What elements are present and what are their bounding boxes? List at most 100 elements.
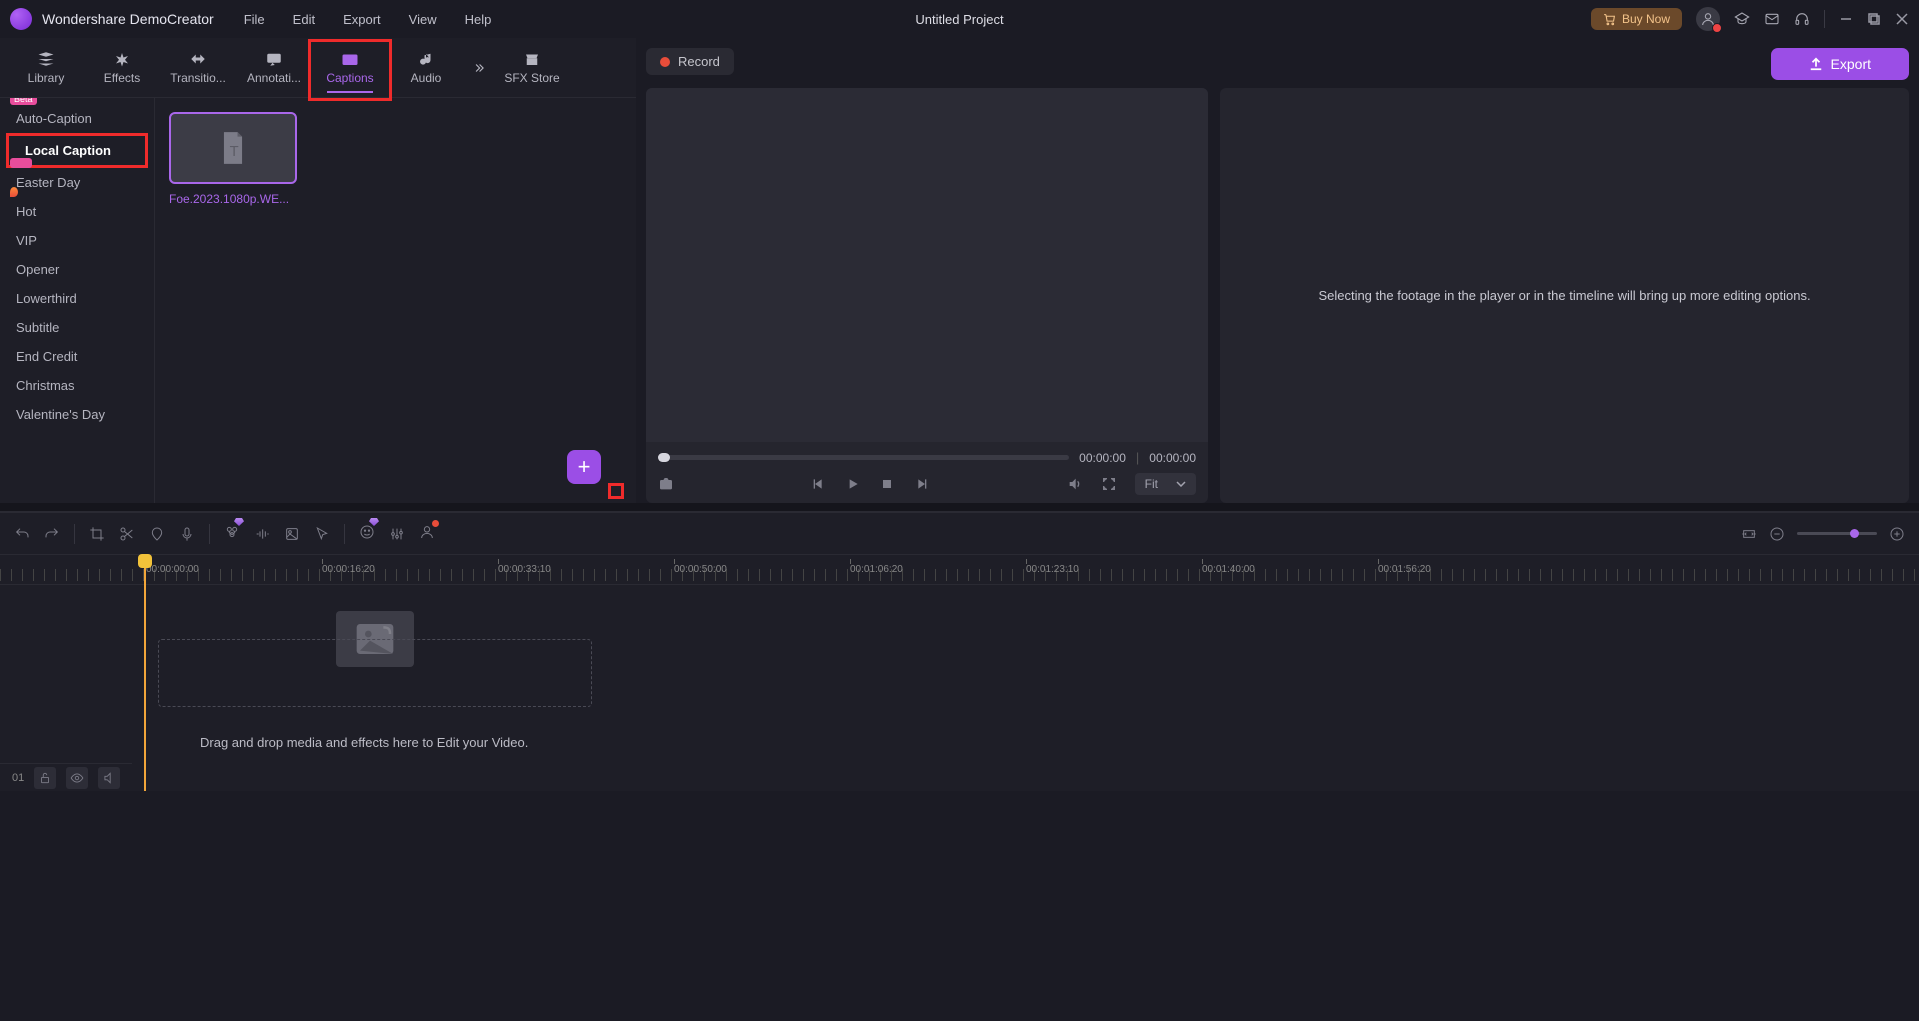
adjust-icon[interactable] — [389, 526, 405, 542]
sidebar-item-hot[interactable]: Hot — [0, 197, 154, 226]
headset-icon[interactable] — [1794, 11, 1810, 27]
timeline-ruler[interactable]: 00:00:00:00 00:00:16:20 00:00:33:10 00:0… — [0, 555, 1919, 585]
zoom-slider[interactable] — [1797, 532, 1877, 535]
track-number: 01 — [12, 772, 24, 784]
chevron-down-icon — [1176, 481, 1186, 487]
sidebar-item-valentines[interactable]: Valentine's Day — [0, 400, 154, 429]
fullscreen-icon[interactable] — [1101, 476, 1117, 492]
tab-captions[interactable]: T Captions — [312, 45, 388, 91]
properties-hint: Selecting the footage in the player or i… — [1318, 286, 1810, 306]
tab-sfx-store[interactable]: SFX Store — [494, 45, 570, 91]
user-avatar[interactable] — [1696, 7, 1720, 31]
track-footer: 01 — [0, 763, 132, 791]
playhead[interactable] — [144, 555, 146, 791]
sidebar-item-opener[interactable]: Opener — [0, 255, 154, 284]
maximize-button[interactable] — [1867, 12, 1881, 26]
main-menu: File Edit Export View Help — [244, 12, 492, 27]
avatar-tool[interactable] — [419, 524, 435, 543]
zoom-in-icon[interactable] — [1889, 526, 1905, 542]
next-frame-icon[interactable] — [913, 476, 929, 492]
mute-track-icon[interactable] — [98, 767, 120, 789]
tab-library[interactable]: Library — [8, 45, 84, 91]
titlebar: Wondershare DemoCreator File Edit Export… — [0, 0, 1919, 38]
menu-file[interactable]: File — [244, 12, 265, 27]
menu-edit[interactable]: Edit — [293, 12, 315, 27]
panel-splitter[interactable] — [0, 503, 1919, 511]
play-icon[interactable] — [845, 476, 861, 492]
redo-icon[interactable] — [44, 526, 60, 542]
tab-more[interactable] — [464, 54, 494, 82]
drop-hint-text: Drag and drop media and effects here to … — [200, 735, 528, 750]
sidebar-item-lowerthird[interactable]: Lowerthird — [0, 284, 154, 313]
split-icon[interactable] — [119, 526, 135, 542]
tab-audio[interactable]: Audio — [388, 45, 464, 91]
marker-icon[interactable] — [149, 526, 165, 542]
caption-thumb[interactable]: T Foe.2023.1080p.WE... — [169, 112, 297, 206]
lock-track-icon[interactable] — [34, 767, 56, 789]
sidebar-item-easter-day[interactable]: Easter Day — [0, 168, 154, 197]
export-button[interactable]: Export — [1771, 48, 1909, 80]
separator — [1824, 10, 1825, 28]
seek-knob[interactable] — [658, 453, 670, 462]
export-label: Export — [1831, 56, 1871, 72]
menu-export[interactable]: Export — [343, 12, 381, 27]
ruler-mark: 00:01:56:20 — [1378, 559, 1431, 575]
svg-text:T: T — [346, 57, 350, 64]
crop-icon[interactable] — [89, 526, 105, 542]
menu-help[interactable]: Help — [465, 12, 492, 27]
stop-icon[interactable] — [879, 476, 895, 492]
new-badge — [10, 158, 32, 168]
sidebar-item-end-credit[interactable]: End Credit — [0, 342, 154, 371]
tab-annotations[interactable]: Annotati... — [236, 45, 312, 91]
player-viewport[interactable] — [646, 88, 1208, 442]
academy-icon[interactable] — [1734, 11, 1750, 27]
sidebar-item-auto-caption[interactable]: BetaAuto-Caption — [0, 104, 154, 133]
caption-grid: T Foe.2023.1080p.WE... + — [155, 98, 636, 503]
track-dropzone[interactable] — [158, 639, 592, 707]
buy-now-button[interactable]: Buy Now — [1591, 8, 1682, 30]
close-button[interactable] — [1895, 12, 1909, 26]
undo-icon[interactable] — [14, 526, 30, 542]
cursor-tool-icon[interactable] — [314, 526, 330, 542]
notification-dot-icon — [432, 520, 439, 527]
sidebar-item-christmas[interactable]: Christmas — [0, 371, 154, 400]
ruler-mark: 00:00:33:10 — [498, 559, 551, 575]
text-file-icon: T — [219, 131, 247, 165]
zoom-knob[interactable] — [1850, 529, 1859, 538]
timeline-panel: 00:00:00:00 00:00:16:20 00:00:33:10 00:0… — [0, 511, 1919, 791]
record-dot-icon — [660, 57, 670, 67]
record-label: Record — [678, 54, 720, 69]
voiceover-icon[interactable] — [179, 526, 195, 542]
record-button[interactable]: Record — [646, 48, 734, 75]
person-icon — [1700, 11, 1716, 27]
fit-timeline-icon[interactable] — [1741, 526, 1757, 542]
fit-dropdown[interactable]: Fit — [1135, 473, 1196, 495]
flame-icon — [10, 187, 18, 197]
cart-icon — [1603, 13, 1616, 26]
minimize-button[interactable] — [1839, 12, 1853, 26]
sidebar-item-vip[interactable]: VIP — [0, 226, 154, 255]
tab-effects[interactable]: Effects — [84, 45, 160, 91]
mail-icon[interactable] — [1764, 11, 1780, 27]
group-tool[interactable] — [224, 524, 240, 543]
visibility-track-icon[interactable] — [66, 767, 88, 789]
tab-transitions[interactable]: Transitio... — [160, 45, 236, 91]
audio-tool-icon[interactable] — [254, 526, 270, 542]
seek-slider[interactable] — [658, 455, 1069, 460]
time-total: 00:00:00 — [1149, 451, 1196, 465]
menu-view[interactable]: View — [409, 12, 437, 27]
prev-frame-icon[interactable] — [811, 476, 827, 492]
svg-text:T: T — [230, 144, 239, 160]
sidebar-item-subtitle[interactable]: Subtitle — [0, 313, 154, 342]
ruler-mark: 00:01:23:10 — [1026, 559, 1079, 575]
zoom-out-icon[interactable] — [1769, 526, 1785, 542]
freeze-frame-icon[interactable] — [284, 526, 300, 542]
volume-icon[interactable] — [1067, 476, 1083, 492]
buy-now-label: Buy Now — [1622, 12, 1670, 26]
snapshot-icon[interactable] — [658, 476, 674, 492]
beauty-tool[interactable] — [359, 524, 375, 543]
project-title: Untitled Project — [915, 12, 1003, 27]
app-name: Wondershare DemoCreator — [42, 11, 214, 27]
ruler-mark: 00:01:06:20 — [850, 559, 903, 575]
add-caption-button[interactable]: + — [567, 450, 601, 484]
